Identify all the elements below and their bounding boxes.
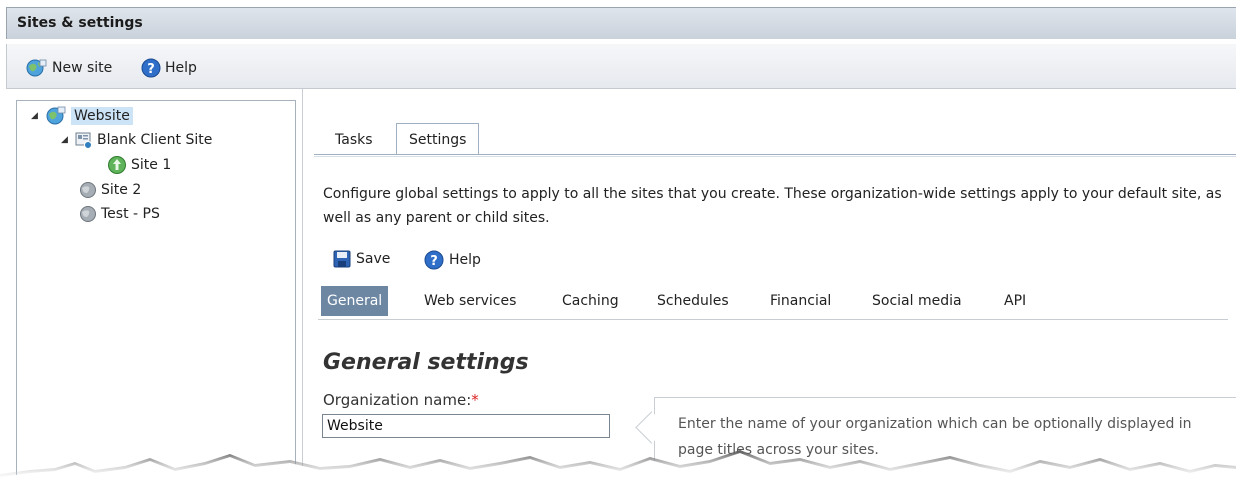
tree-item-blank-client-site[interactable]: ◢ Blank Client Site — [61, 131, 212, 149]
tree-item-site-1[interactable]: Site 1 — [107, 155, 171, 175]
tab-tasks[interactable]: Tasks — [322, 123, 386, 155]
svg-text:?: ? — [147, 62, 155, 77]
window-title: Sites & settings — [17, 15, 143, 31]
window-titlebar: Sites & settings — [6, 7, 1236, 39]
save-button[interactable]: Save — [333, 250, 390, 268]
settings-description: Configure global settings to apply to al… — [323, 186, 1222, 226]
tree-label: Test - PS — [101, 206, 160, 222]
subnav-schedules[interactable]: Schedules — [651, 286, 735, 316]
tab-label: Settings — [409, 132, 467, 148]
subnav-social-media[interactable]: Social media — [866, 286, 968, 316]
subnav-web-services[interactable]: Web services — [418, 286, 522, 316]
globe-published-icon — [108, 156, 126, 174]
tree-item-test-ps[interactable]: Test - PS — [79, 205, 160, 223]
pane-divider[interactable] — [302, 89, 303, 483]
org-name-label: Organization name:* — [323, 391, 479, 409]
new-site-button[interactable]: New site — [26, 58, 112, 78]
tree-label: Site 1 — [131, 157, 172, 173]
help-label: Help — [449, 252, 481, 268]
help-button[interactable]: ? Help — [141, 58, 197, 78]
section-heading: General settings — [323, 350, 529, 375]
tree-item-website[interactable]: ◢ Website — [31, 106, 133, 126]
tree-label: Site 2 — [101, 182, 142, 198]
svg-text:?: ? — [430, 254, 438, 269]
globe-gray-icon — [80, 182, 96, 198]
help-link[interactable]: ? Help — [424, 250, 481, 270]
subnav-caching[interactable]: Caching — [556, 286, 625, 316]
new-site-label: New site — [52, 60, 113, 76]
collapse-arrow-icon[interactable]: ◢ — [31, 111, 41, 121]
tab-label: Tasks — [335, 132, 373, 148]
globe-add-icon — [26, 59, 47, 77]
help-icon: ? — [141, 58, 161, 78]
tab-divider — [314, 154, 1236, 155]
subnav-financial[interactable]: Financial — [764, 286, 837, 316]
toolbar: New site ? Help — [6, 44, 1236, 89]
tree-label: Website — [71, 107, 133, 125]
tree-label: Blank Client Site — [97, 132, 213, 148]
site-tree: ◢ Website ◢ Blank Client Site Site 1 Sit… — [16, 100, 296, 483]
globe-gray-icon — [80, 206, 96, 222]
collapse-arrow-icon[interactable]: ◢ — [61, 135, 71, 145]
floppy-disk-icon — [333, 250, 351, 268]
subnav-divider — [318, 319, 1228, 320]
help-icon: ? — [424, 250, 444, 270]
subnav-general[interactable]: General — [321, 286, 389, 316]
site-page-icon — [75, 132, 92, 149]
globe-network-icon — [46, 106, 66, 125]
tab-divider-shadow — [314, 156, 1236, 157]
help-label: Help — [165, 60, 197, 76]
tab-settings[interactable]: Settings — [396, 123, 480, 155]
org-name-label-text: Organization name: — [323, 391, 472, 409]
torn-edge — [0, 450, 1236, 483]
required-marker: * — [471, 391, 479, 409]
org-name-input[interactable] — [322, 414, 610, 438]
save-label: Save — [356, 251, 391, 267]
tree-item-site-2[interactable]: Site 2 — [79, 181, 141, 199]
subnav-api[interactable]: API — [998, 286, 1032, 316]
